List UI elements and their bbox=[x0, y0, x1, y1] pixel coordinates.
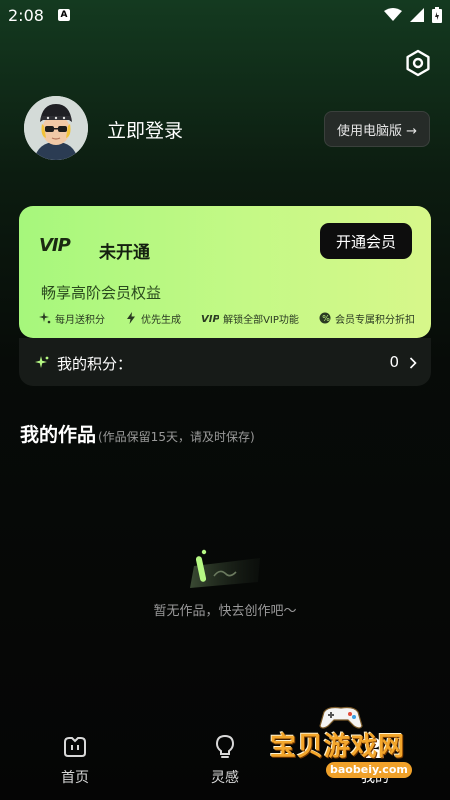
watermark: 宝贝游戏网 baobeiy.com bbox=[270, 704, 420, 786]
home-icon bbox=[64, 737, 86, 757]
tab-inspiration[interactable]: 灵感 bbox=[185, 724, 265, 800]
open-membership-label: 开通会员 bbox=[335, 232, 396, 251]
vip-status: 未开通 bbox=[99, 243, 150, 263]
chevron-right-icon bbox=[409, 357, 417, 369]
benefit-priority: 优先生成 bbox=[125, 311, 181, 326]
vip-subtitle: 畅享高阶会员权益 bbox=[41, 284, 162, 302]
benefit-label: 解锁全部VIP功能 bbox=[223, 314, 299, 326]
lightning-icon bbox=[127, 312, 136, 324]
watermark-url: baobeiy.com bbox=[326, 762, 412, 778]
my-points-row[interactable]: 我的积分： 0 bbox=[19, 338, 431, 386]
pc-button-label: 使用电脑版 → bbox=[336, 123, 418, 139]
wifi-icon bbox=[384, 8, 402, 21]
points-value: 0 bbox=[389, 353, 399, 371]
benefit-label: 会员专属积分折扣 bbox=[334, 314, 415, 326]
svg-text:VIP: VIP bbox=[201, 314, 219, 323]
sparkle-icon bbox=[35, 356, 49, 368]
benefit-points-discount: % 会员专属积分折扣 bbox=[319, 311, 415, 326]
empty-state-text: 暂无作品，快去创作吧～ bbox=[153, 604, 297, 619]
benefit-monthly-points: 每月送积分 bbox=[39, 311, 105, 326]
empty-works-icon bbox=[190, 549, 260, 588]
benefit-label: 优先生成 bbox=[141, 314, 182, 326]
vip-icon: VIP bbox=[201, 314, 219, 323]
vip-benefits: 每月送积分 优先生成 VIP 解锁全部VIP功能 % 会员专属积分折扣 bbox=[39, 310, 415, 326]
status-icons bbox=[384, 7, 442, 23]
status-bar: 2:08 A bbox=[0, 0, 450, 32]
benefit-label: 每月送积分 bbox=[55, 314, 105, 326]
tab-label: 首页 bbox=[61, 770, 89, 786]
notification-a-icon: A bbox=[58, 9, 70, 21]
avatar[interactable] bbox=[24, 96, 88, 160]
my-works-title: 我的作品 bbox=[20, 424, 97, 446]
benefit-unlock-vip: VIP 解锁全部VIP功能 bbox=[201, 311, 299, 326]
lightbulb-icon bbox=[215, 734, 235, 758]
vip-card: VIP 未开通 畅享高阶会员权益 开通会员 每月送积分 优先生成 VIP 解锁全… bbox=[19, 206, 431, 338]
status-time: 2:08 bbox=[8, 6, 44, 25]
battery-icon bbox=[432, 7, 442, 23]
login-link[interactable]: 立即登录 bbox=[107, 116, 183, 143]
discount-icon: % bbox=[319, 312, 331, 324]
signal-icon bbox=[410, 8, 424, 22]
tab-label: 灵感 bbox=[211, 770, 239, 786]
use-pc-version-button[interactable]: 使用电脑版 → bbox=[324, 111, 430, 147]
vip-logo: VIP bbox=[39, 235, 71, 256]
settings-gear-icon[interactable] bbox=[404, 49, 432, 77]
points-label: 我的积分： bbox=[57, 355, 133, 373]
tab-home[interactable]: 首页 bbox=[35, 724, 115, 800]
sparkle-icon bbox=[39, 312, 51, 324]
svg-text:%: % bbox=[322, 314, 330, 323]
watermark-text: 宝贝游戏网 bbox=[270, 732, 406, 762]
avatar-cartoon-icon bbox=[24, 96, 88, 160]
my-works-note: (作品保留15天，请及时保存) bbox=[98, 430, 255, 444]
open-membership-button[interactable]: 开通会员 bbox=[320, 223, 412, 259]
